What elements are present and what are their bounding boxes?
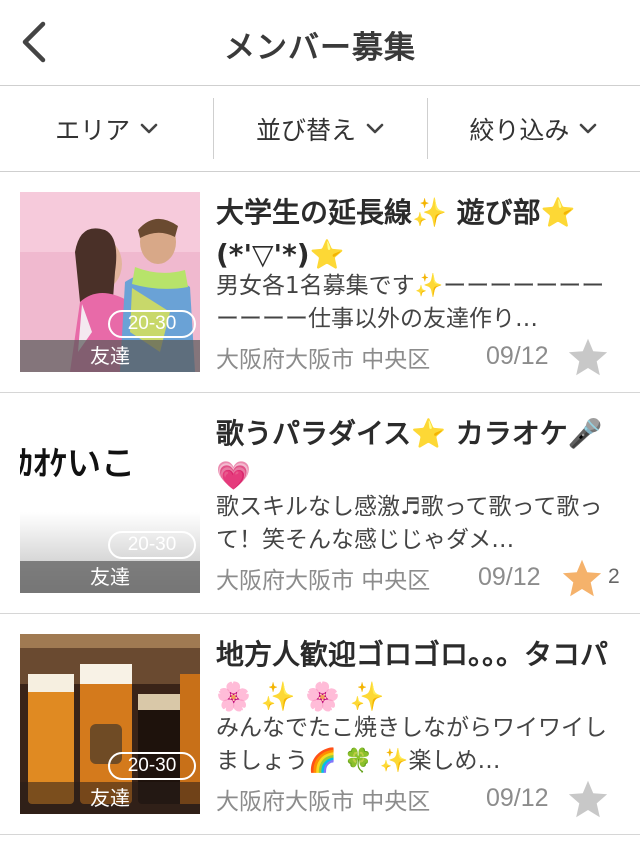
item-description: 男女各1名募集です✨ーーーーーーーーーーー仕事以外の友達作り… [216,273,605,332]
age-range-badge: 20-30 [108,531,196,559]
category-label: 友達 [20,782,200,814]
category-label: 友達 [20,561,200,593]
item-date: 09/12 [478,563,541,591]
age-range-badge: 20-30 [108,752,196,780]
list-item[interactable]: 20-30 友達 大学生の延長線✨ 遊び部⭐ (*'▽'*)⭐ 男女各1名募集で… [0,172,640,393]
filter-area-dropdown[interactable]: エリア [0,86,213,171]
item-area: 大阪府大阪市 中央区 [216,789,431,815]
item-date: 09/12 [486,342,549,370]
item-thumbnail: 20-30 友達 [20,634,200,814]
chevron-down-icon [579,123,597,135]
item-thumbnail: ｶｵｹいこ 20-30 友達 [20,413,200,593]
filter-sort-dropdown[interactable]: 並び替え [213,86,426,171]
favorite-button[interactable] [566,336,610,378]
item-thumbnail: 20-30 友達 [20,192,200,372]
favorite-button[interactable] [560,557,604,599]
filter-sort-label: 並び替え [255,115,356,145]
star-icon [568,780,608,818]
filter-area-label: エリア [55,115,131,145]
item-description: みんなでたこ焼きしながらワイワイしましょう🌈 🍀 ✨楽しめ… [216,715,607,774]
filter-refine-label: 絞り込み [469,115,570,145]
item-meta: 大阪府大阪市 中央区 09/12 2 [216,559,636,597]
app-header: メンバー募集 [0,0,640,86]
item-area: 大阪府大阪市 中央区 [216,568,431,594]
filter-refine-dropdown[interactable]: 絞り込み [426,86,640,171]
list-item[interactable]: 20-30 友達 地方人歓迎ゴロゴロ。。。タコパ🌸 ✨ 🌸 ✨ みんなでたこ焼き… [0,614,640,835]
item-description: 歌スキルなし感激♬歌って歌って歌って！笑そんな感じじゃダメ… [216,494,603,553]
item-meta: 大阪府大阪市 中央区 09/12 [216,780,636,818]
item-title: 大学生の延長線✨ 遊び部⭐ (*'▽'*)⭐ [216,196,576,271]
chevron-down-icon [140,123,158,135]
chevron-down-icon [366,123,384,135]
item-title: 歌うパラダイス⭐ カラオケ🎤💗 [216,417,603,492]
item-area: 大阪府大阪市 中央区 [216,347,431,373]
item-title: 地方人歓迎ゴロゴロ。。。タコパ🌸 ✨ 🌸 ✨ [216,638,609,713]
member-list: 20-30 友達 大学生の延長線✨ 遊び部⭐ (*'▽'*)⭐ 男女各1名募集で… [0,172,640,835]
star-icon [562,559,602,597]
thumbnail-text: ｶｵｹいこ [20,444,135,484]
category-label: 友達 [20,340,200,372]
page-title: メンバー募集 [224,30,416,66]
favorite-button[interactable] [566,778,610,820]
age-range-badge: 20-30 [108,310,196,338]
filter-bar: エリア 並び替え 絞り込み [0,86,640,172]
item-meta: 大阪府大阪市 中央区 09/12 [216,338,636,376]
favorite-count: 2 [608,565,620,588]
list-item[interactable]: ｶｵｹいこ 20-30 友達 歌うパラダイス⭐ カラオケ🎤💗 歌スキルなし感激♬… [0,393,640,614]
item-date: 09/12 [486,784,549,812]
star-icon [568,338,608,376]
